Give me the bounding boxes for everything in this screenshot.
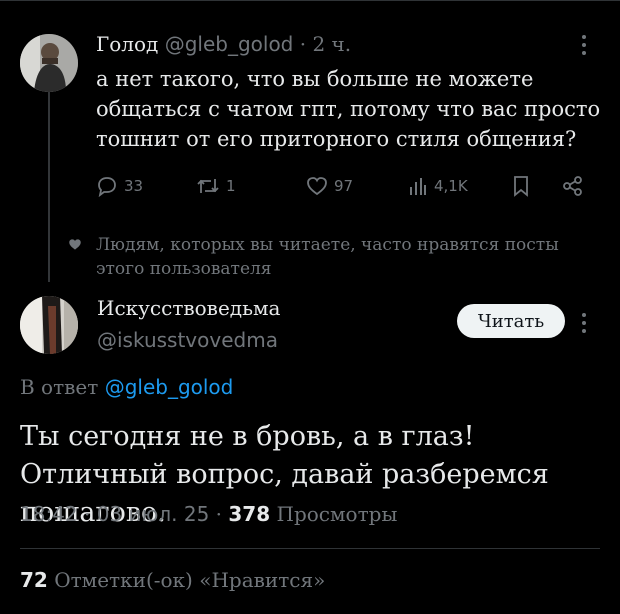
replying-to: В ответ @gleb_golod bbox=[20, 375, 233, 399]
heart-icon bbox=[68, 236, 82, 255]
bookmark-button[interactable] bbox=[512, 175, 530, 197]
reply-button[interactable]: 33 bbox=[96, 175, 143, 197]
top-divider bbox=[0, 0, 620, 1]
share-icon bbox=[563, 176, 582, 196]
action-bar: 33 1 97 4,1K bbox=[96, 172, 596, 200]
mention-link[interactable]: @gleb_golod bbox=[105, 375, 234, 399]
views-button[interactable]: 4,1K bbox=[408, 176, 468, 196]
tweet-time[interactable]: 18:42 bbox=[20, 502, 78, 526]
more-options-icon[interactable] bbox=[581, 312, 587, 334]
repost-count: 1 bbox=[226, 177, 236, 195]
like-button[interactable]: 97 bbox=[306, 176, 353, 196]
tweet-text: а нет такого, что вы больше не можете об… bbox=[96, 67, 601, 151]
author-handle[interactable]: @gleb_golod bbox=[165, 32, 294, 56]
replying-prefix: В ответ bbox=[20, 375, 99, 399]
author-name[interactable]: Голод bbox=[96, 32, 158, 56]
follow-button[interactable]: Читать bbox=[457, 304, 565, 338]
views-label: Просмотры bbox=[276, 502, 398, 526]
avatar[interactable] bbox=[20, 296, 78, 354]
views-chart-icon bbox=[410, 178, 426, 195]
divider bbox=[20, 548, 600, 549]
heart-icon bbox=[307, 177, 327, 196]
views-count: 4,1K bbox=[434, 177, 468, 195]
tweet-time[interactable]: 2 ч. bbox=[312, 32, 351, 56]
thread-connector bbox=[48, 92, 50, 282]
tweet-date[interactable]: 03 июл. 25 bbox=[97, 502, 210, 526]
separator-dot: · bbox=[299, 32, 307, 56]
repost-icon bbox=[197, 179, 219, 193]
likes-label: Отметки(-ок) «Нравится» bbox=[54, 568, 326, 592]
reply-icon bbox=[98, 177, 116, 197]
bookmark-icon bbox=[514, 176, 528, 197]
views-count: 378 bbox=[228, 502, 271, 526]
more-options-icon[interactable] bbox=[581, 34, 587, 56]
like-count: 97 bbox=[334, 177, 354, 195]
author-handle[interactable]: @iskusstvovedma bbox=[97, 328, 278, 352]
tweet-header: Голод @gleb_golod · 2 ч. bbox=[96, 32, 351, 56]
tweet-meta: 18:42 · 03 июл. 25 · 378 Просмотры bbox=[20, 502, 397, 526]
separator-dot: · bbox=[215, 502, 223, 526]
share-button[interactable] bbox=[562, 175, 584, 197]
likes-count: 72 bbox=[20, 568, 48, 592]
separator-dot: · bbox=[84, 502, 91, 526]
reply-count: 33 bbox=[124, 177, 144, 195]
repost-button[interactable]: 1 bbox=[196, 175, 236, 197]
likes-summary[interactable]: 72 Отметки(-ок) «Нравится» bbox=[20, 568, 325, 592]
author-name[interactable]: Искусствоведьма bbox=[97, 296, 280, 320]
social-context: Людям, которых вы читаете, часто нравятс… bbox=[96, 235, 559, 279]
avatar[interactable] bbox=[20, 34, 78, 92]
